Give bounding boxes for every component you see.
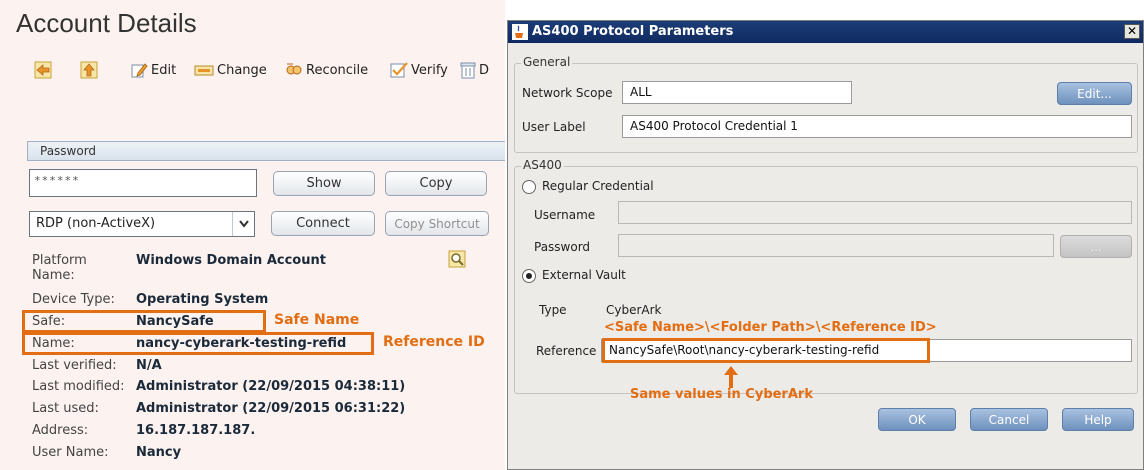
property-address-value: 16.187.187.187.	[136, 423, 256, 438]
reference-label: Reference	[536, 344, 597, 358]
cancel-button[interactable]: Cancel	[970, 408, 1048, 431]
password-label: Password	[534, 240, 591, 254]
property-last-used-label: Last used:	[32, 401, 99, 416]
change-label: Change	[217, 62, 267, 78]
property-user-name-label: User Name:	[32, 445, 109, 460]
name-highlight-box	[22, 332, 374, 355]
property-device-type-value: Operating System	[136, 292, 269, 307]
verify-check-icon	[390, 62, 408, 78]
connection-type-value: RDP (non-ActiveX)	[36, 216, 156, 231]
trash-icon	[460, 62, 476, 79]
delete-button[interactable]: D	[460, 60, 489, 80]
pencil-icon	[131, 63, 148, 78]
reconcile-button[interactable]: Reconcile	[285, 60, 368, 80]
copy-password-button[interactable]: Copy	[385, 171, 487, 196]
property-address-label: Address:	[32, 423, 89, 438]
safe-highlight-box	[22, 310, 266, 333]
account-details-panel: Account Details Edit Change Reconcile Ve…	[0, 0, 505, 470]
property-user-name-value: Nancy	[136, 445, 182, 460]
external-vault-radio[interactable]	[522, 269, 536, 283]
as400-protocol-dialog: AS400 Protocol Parameters ✕ General Netw…	[507, 20, 1144, 470]
username-field[interactable]	[618, 201, 1132, 224]
path-format-annotation: <Safe Name>\<Folder Path>\<Reference ID>	[604, 320, 937, 335]
reference-highlight-box	[602, 338, 930, 363]
verify-button[interactable]: Verify	[390, 60, 448, 80]
connect-button[interactable]: Connect	[271, 211, 375, 236]
back-arrow-icon	[34, 61, 52, 79]
copy-shortcut-button[interactable]: Copy Shortcut	[385, 211, 489, 236]
general-legend: General	[521, 55, 573, 69]
external-vault-label: External Vault	[542, 268, 626, 282]
regular-credential-label: Regular Credential	[542, 179, 654, 193]
property-last-modified-value: Administrator (22/09/2015 04:38:11)	[136, 379, 406, 394]
property-device-type-label: Device Type:	[32, 292, 115, 307]
safe-name-annotation: Safe Name	[274, 312, 360, 328]
reconcile-label: Reconcile	[306, 62, 369, 78]
change-icon	[194, 65, 214, 76]
password-field[interactable]: ******	[29, 169, 257, 197]
back-button[interactable]	[34, 60, 55, 80]
general-group	[514, 63, 1138, 153]
help-button[interactable]: Help	[1062, 408, 1134, 431]
up-arrow-icon	[80, 61, 98, 79]
reference-id-annotation: Reference ID	[383, 334, 485, 350]
user-label-label: User Label	[522, 120, 586, 134]
ok-button[interactable]: OK	[878, 408, 956, 431]
dialog-titlebar: AS400 Protocol Parameters ✕	[508, 21, 1143, 43]
dialog-title: AS400 Protocol Parameters	[532, 24, 734, 39]
property-platform-value: Windows Domain Account	[136, 253, 326, 268]
up-arrow-annotation-icon	[724, 366, 738, 388]
change-button[interactable]: Change	[194, 60, 267, 80]
up-button[interactable]	[80, 60, 101, 80]
reconcile-icon	[286, 63, 302, 75]
type-label: Type	[539, 303, 567, 317]
type-value: CyberArk	[606, 303, 662, 317]
property-last-verified-label: Last verified:	[32, 358, 117, 373]
magnifier-icon[interactable]	[448, 250, 466, 268]
password-section-header: Password	[27, 141, 505, 161]
delete-label: D	[479, 62, 490, 78]
network-scope-label: Network Scope	[522, 86, 613, 100]
username-label: Username	[534, 208, 596, 222]
edit-button[interactable]: Edit	[130, 60, 176, 80]
as400-legend: AS400	[521, 158, 564, 172]
close-icon[interactable]: ✕	[1124, 24, 1140, 39]
browse-password-button[interactable]: ...	[1060, 235, 1132, 258]
show-password-button[interactable]: Show	[273, 171, 375, 196]
edit-scope-button[interactable]: Edit...	[1057, 82, 1132, 105]
password-section: Password ****** Show Copy RDP (non-Activ…	[27, 141, 505, 242]
user-label-field[interactable]: AS400 Protocol Credential 1	[622, 115, 1132, 138]
edit-label: Edit	[151, 62, 177, 78]
network-scope-field[interactable]: ALL	[622, 81, 852, 104]
property-last-modified-label: Last modified:	[32, 379, 125, 394]
chevron-down-icon[interactable]	[232, 212, 254, 236]
page-title: Account Details	[16, 8, 197, 38]
password-field-dialog[interactable]	[618, 234, 1054, 257]
verify-label: Verify	[411, 62, 448, 78]
property-last-verified-value: N/A	[136, 358, 162, 373]
property-last-used-value: Administrator (22/09/2015 06:31:22)	[136, 401, 406, 416]
java-cup-icon	[512, 24, 528, 40]
same-values-annotation: Same values in CyberArk	[630, 387, 813, 402]
connection-type-select[interactable]: RDP (non-ActiveX)	[29, 211, 255, 237]
regular-credential-radio[interactable]	[522, 180, 536, 194]
